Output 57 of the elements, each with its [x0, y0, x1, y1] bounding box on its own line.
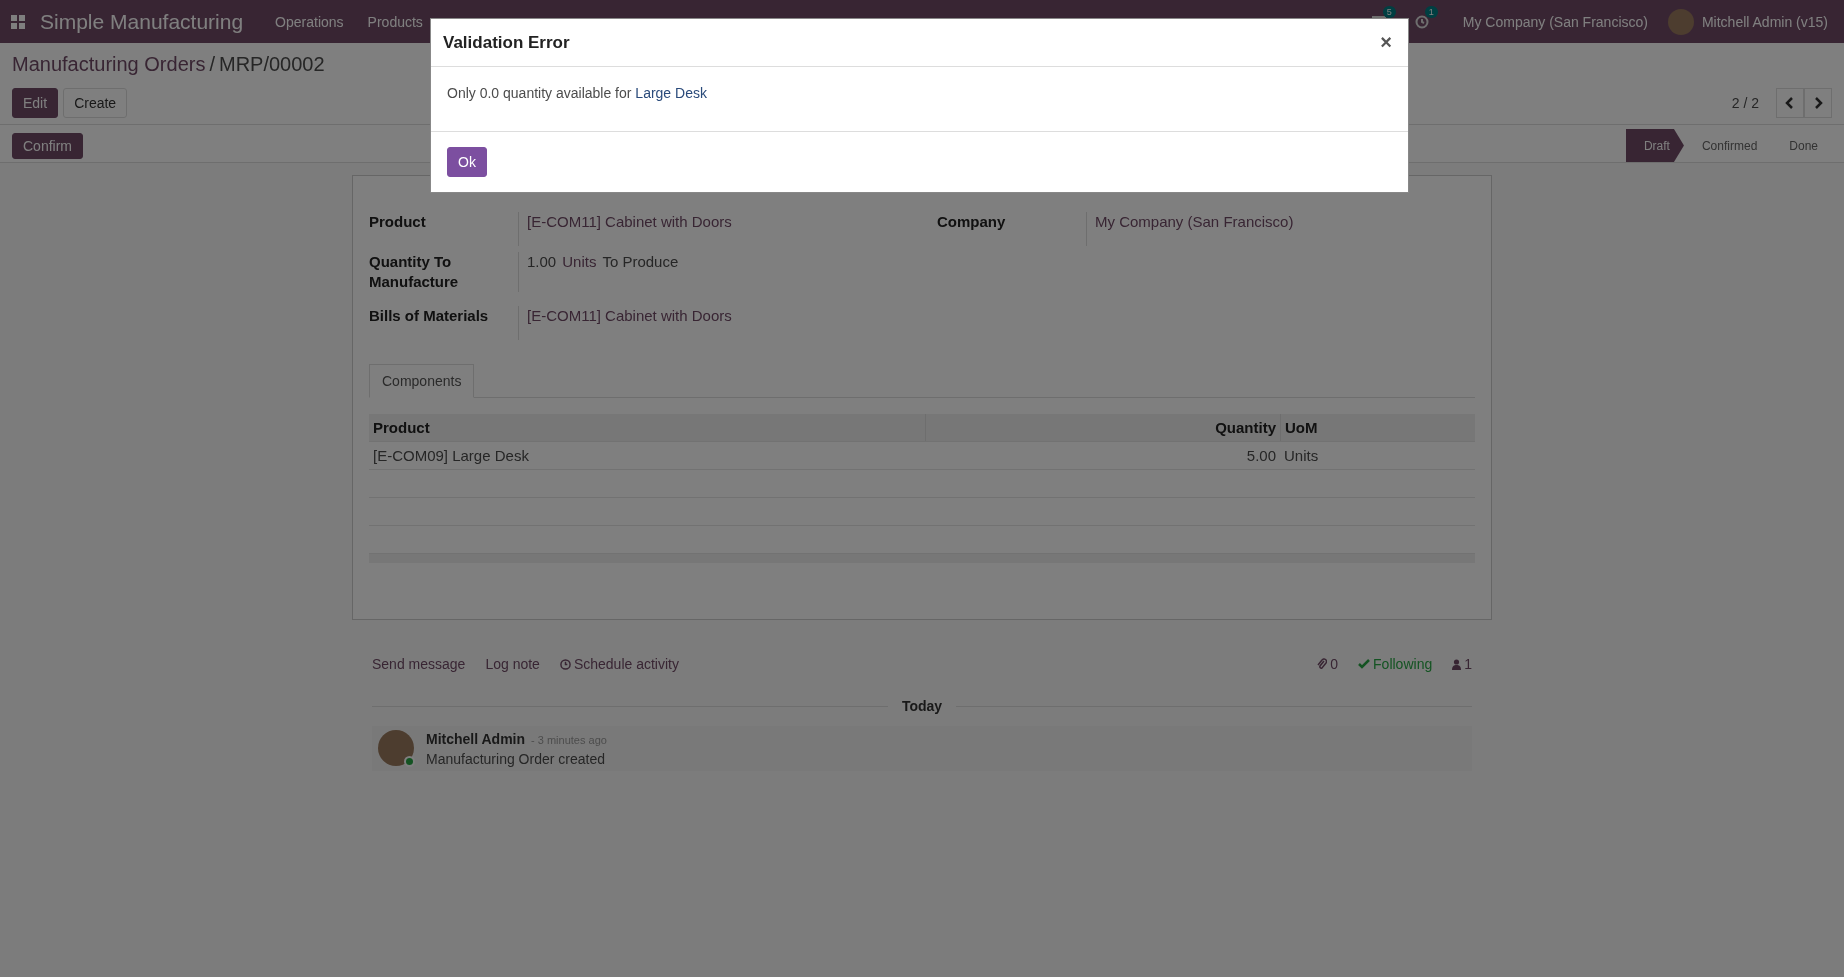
following-button[interactable]: Following [1358, 656, 1433, 672]
breadcrumb-link[interactable]: Manufacturing Orders [12, 53, 206, 76]
field-label: Quantity To Manufacture [369, 252, 519, 292]
followers-button[interactable]: 1 [1452, 656, 1472, 672]
quantity-suffix: To Produce [602, 252, 679, 272]
user-menu[interactable]: Mitchell Admin (v15) [1701, 13, 1828, 30]
field-label: Product [369, 212, 519, 246]
message-body: Manufacturing Order created [426, 751, 606, 767]
nav-menu[interactable]: Operations [263, 13, 356, 30]
column-header[interactable]: UoM [1280, 414, 1475, 441]
field-label: Bills of Materials [369, 306, 519, 340]
field-link[interactable]: My Company (San Francisco) [1095, 212, 1294, 246]
field-link[interactable]: [E-COM11] Cabinet with Doors [527, 212, 732, 246]
checkmark-icon [1358, 659, 1371, 669]
chevron-left-icon [1785, 97, 1795, 109]
apps-grid-icon[interactable] [10, 13, 26, 30]
status-step[interactable]: Confirmed [1683, 129, 1772, 162]
pager-counter: 2 / 2 [1731, 95, 1759, 111]
dialog-message: Only 0.0 quantity available for Large Desk [447, 85, 707, 101]
field-label: Company [937, 212, 1087, 246]
record-name: MRP/00002 [219, 53, 325, 76]
uom-link[interactable]: Units [562, 252, 597, 292]
field-link[interactable]: [E-COM11] Cabinet with Doors [527, 306, 732, 340]
column-header[interactable]: Quantity [925, 414, 1280, 441]
schedule-activity-link[interactable]: Schedule activity [559, 656, 679, 672]
breadcrumb-separator: / [209, 53, 215, 76]
paperclip-icon [1317, 658, 1328, 670]
table-cell-text: [E-COM09] Large Desk [372, 447, 530, 464]
action-button[interactable]: Create [63, 88, 128, 118]
table-cell-text: 5.00 [1245, 447, 1277, 464]
chevron-right-icon [1813, 97, 1823, 109]
next-button[interactable] [1804, 88, 1832, 118]
clock-icon [559, 658, 571, 670]
clock-icon[interactable] [1414, 14, 1429, 29]
notification-badge: 1 [1424, 5, 1438, 18]
send-message-link[interactable]: Send message [372, 656, 466, 672]
column-header[interactable]: Product [369, 414, 925, 441]
notification-badge: 5 [1382, 5, 1396, 18]
confirm-button[interactable]: Confirm [12, 132, 83, 159]
user-icon [1452, 658, 1462, 670]
dialog-title: Validation Error [443, 32, 570, 53]
status-step[interactable]: Done [1771, 129, 1832, 162]
company-switcher[interactable]: My Company (San Francisco) [1462, 13, 1648, 30]
action-button[interactable]: Edit [12, 88, 59, 118]
message-author: Mitchell Admin [426, 731, 526, 747]
quantity-value: 1.00 [527, 252, 557, 272]
product-link[interactable]: Large Desk [635, 85, 707, 101]
app-name[interactable]: Simple Manufacturing [40, 9, 244, 34]
log-note-link[interactable]: Log note [485, 656, 540, 672]
notebook-tab[interactable]: Components [369, 364, 475, 398]
close-button[interactable]: × [1376, 31, 1396, 54]
previous-button[interactable] [1776, 88, 1804, 118]
table-cell-text: Units [1283, 447, 1320, 464]
status-step[interactable]: Draft [1625, 129, 1684, 162]
attachments-button[interactable]: 0 [1317, 656, 1339, 672]
date-separator: Today [901, 698, 943, 714]
ok-button[interactable]: Ok [447, 147, 487, 177]
